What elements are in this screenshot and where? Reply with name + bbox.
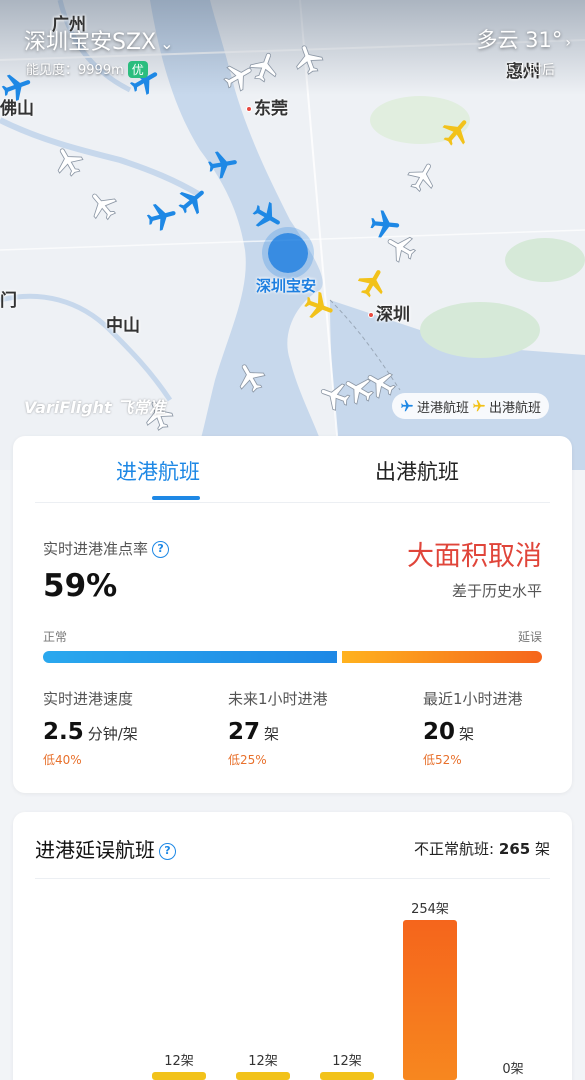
departure-plane-icon[interactable] [302,290,336,324]
arrival-plane-icon[interactable] [250,200,284,234]
tab-arrivals[interactable]: 进港航班 [116,456,200,486]
divider [35,502,550,503]
flight-map[interactable]: 广州 佛山 东莞 中山 深圳 惠州 门 深圳宝安 深圳宝安SZX ⌄ 能见度：99… [0,0,585,470]
variflight-watermark: VariFlight 飞常准 [24,398,166,417]
weather-info[interactable]: 多云 31° › [476,24,571,54]
chart-bar[interactable] [320,1072,374,1080]
delay-flights-card: 进港延误航班? 不正常航班: 265 架 12架 12架 12架 254架 0架 [13,812,572,1080]
legend-arrival: 进港航班 [417,400,470,416]
stat-value: 2.5 [43,719,84,745]
stat-arrival-speed: 实时进港速度 2.5 分钟/架 低40% [43,688,138,768]
ontime-rate-label: 实时进港准点率? [43,538,170,559]
stat-last-hour: 最近1小时进港 20 架 低52% [423,688,523,768]
visibility-badge: 优 [127,61,148,78]
ontime-rate-value: 59% [43,568,118,604]
departure-plane-icon[interactable] [440,115,474,149]
chevron-right-icon: › [565,35,571,51]
city-partial: 门 [0,291,17,311]
stat-value: 27 [228,719,261,745]
map-legend: 进港航班 出港航班 [392,393,550,419]
stat-next-hour: 未来1小时进港 27 架 低25% [228,688,328,768]
stat-label: 最近1小时进港 [423,690,523,708]
departure-plane-icon [473,400,485,412]
ontime-progress-bar [43,651,542,663]
flight-tabs: 进港航班 出港航班 [13,436,572,502]
tab-active-indicator [152,496,200,500]
chevron-down-icon: ⌄ [160,34,174,53]
stat-delta: 低25% [228,753,267,767]
ontime-bar-delay [342,651,542,663]
stat-label: 未来1小时进港 [228,690,328,708]
airport-selector[interactable]: 深圳宝安SZX ⌄ [24,24,174,56]
other-plane-icon[interactable] [292,42,326,76]
arrival-stats-card: 进港航班 出港航班 实时进港准点率? 59% 大面积取消 差于历史水平 正常 延… [13,436,572,793]
other-plane-icon[interactable] [248,50,282,84]
chart-bar-label: 12架 [164,1054,194,1069]
airport-marker-icon[interactable] [268,233,308,273]
stat-delta: 低40% [43,753,82,767]
arrival-plane-icon[interactable] [206,148,240,182]
chart-bar[interactable] [236,1072,290,1080]
arrival-plane-icon[interactable] [145,200,179,234]
weather-forecast: 5小时后 [507,63,555,78]
chart-bar[interactable] [152,1072,206,1080]
chart-bar[interactable] [403,920,457,1080]
stat-unit: 架 [459,725,475,743]
city-shenzhen: 深圳 [368,300,410,325]
stat-value: 20 [423,719,456,745]
other-plane-icon[interactable] [406,160,440,194]
visibility-info: 能见度：9999m 优 [26,59,148,78]
departure-plane-icon[interactable] [356,266,390,300]
legend-departure: 出港航班 [489,400,542,416]
stat-value-row: 2.5 分钟/架 [43,719,138,745]
airport-title: 深圳宝安SZX [24,30,157,55]
city-zhongshan: 中山 [106,316,140,336]
stat-delta: 低52% [423,753,462,767]
stat-value-row: 20 架 [423,719,523,745]
chart-bar-label: 0架 [502,1062,523,1077]
stat-unit: 架 [264,725,280,743]
ontime-rate-label-text: 实时进港准点率 [43,540,149,558]
chart-bar-label: 254架 [411,902,449,917]
other-plane-icon[interactable] [234,360,268,394]
stat-value-row: 27 架 [228,719,328,745]
stat-unit: 分钟/架 [87,725,138,743]
help-icon[interactable]: ? [152,541,170,558]
ontime-bar-normal [43,651,337,663]
other-plane-icon[interactable] [384,230,418,264]
other-plane-icon[interactable] [86,188,120,222]
status-text: 大面积取消 [407,541,542,572]
chart-bar-label: 12架 [332,1054,362,1069]
delay-label: 延误 [517,630,542,644]
tab-departures[interactable]: 出港航班 [375,456,459,486]
delay-bar-chart: 12架 12架 12架 254架 0架 [152,902,524,1080]
arrival-plane-icon [401,400,413,412]
city-dot-icon [246,106,252,112]
chart-bar-label: 12架 [248,1054,278,1069]
city-dongguan: 东莞 [246,94,288,119]
other-plane-icon[interactable] [364,366,398,400]
other-plane-icon[interactable] [52,144,86,178]
normal-label: 正常 [43,630,68,644]
arrival-plane-icon[interactable] [176,184,210,218]
city-dot-icon [368,312,374,318]
weather-text: 多云 31° [476,28,563,52]
stat-label: 实时进港速度 [43,690,134,708]
status-comparison: 差于历史水平 [451,582,542,600]
visibility-label: 能见度：9999m [26,63,124,78]
